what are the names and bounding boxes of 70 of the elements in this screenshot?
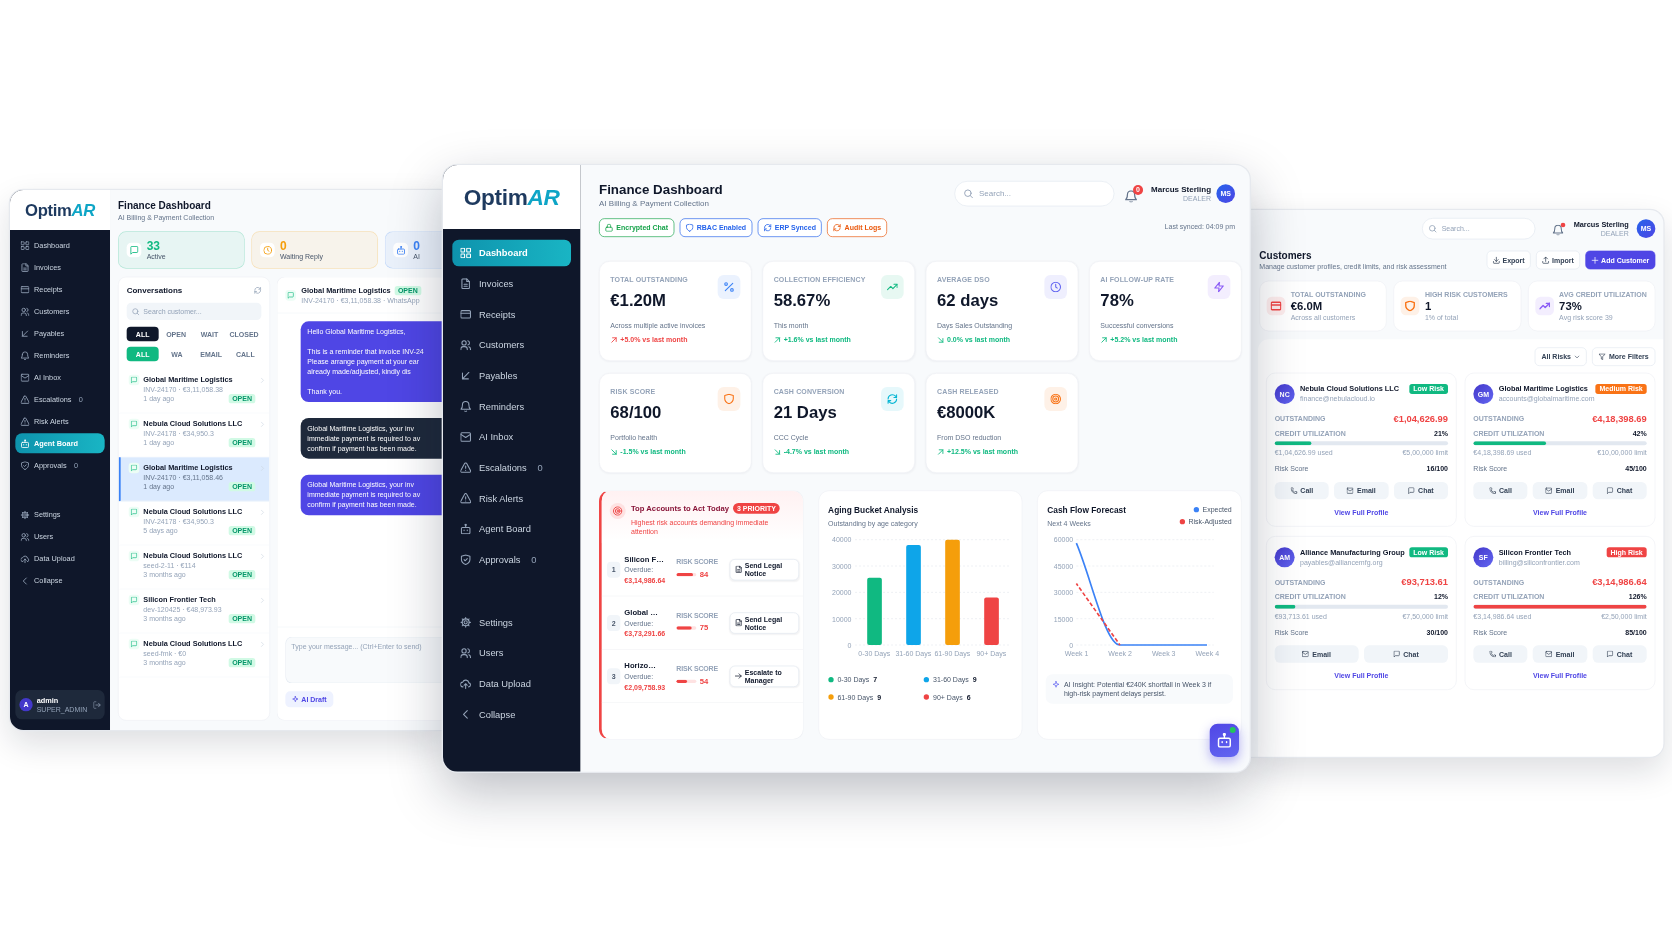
clock-icon xyxy=(260,242,275,258)
stat-value: €6.0M xyxy=(1290,299,1324,313)
logo: OptimAR xyxy=(10,190,110,230)
chat-icon xyxy=(126,242,142,258)
kpi-value: 78% xyxy=(1100,290,1135,311)
stat-value: 73% xyxy=(1559,299,1583,313)
sidebar-item[interactable]: Reminders xyxy=(452,393,571,420)
user-name: Marcus Sterling xyxy=(1151,184,1212,195)
sidebar-item[interactable]: Receipts xyxy=(452,301,571,328)
lightning-icon xyxy=(1207,275,1231,299)
kpi-value: €1.20M xyxy=(610,290,667,311)
target-icon xyxy=(609,503,626,519)
percent-icon xyxy=(717,275,741,299)
assistant-button[interactable] xyxy=(1209,723,1240,758)
coin-icon xyxy=(1044,387,1068,411)
item-count: 0 xyxy=(537,462,543,473)
panel-title: Cash Flow Forecast xyxy=(1047,504,1126,517)
sidebar-item[interactable]: Invoices xyxy=(452,270,571,297)
sidebar-item[interactable]: Data Upload xyxy=(452,670,571,698)
kpi-value: 62 days xyxy=(937,290,1000,311)
risk-score-bar xyxy=(676,626,697,630)
chat-icon xyxy=(128,462,140,474)
chat-icon xyxy=(128,550,140,562)
stat-value: 1 xyxy=(1424,299,1433,313)
kpi-value: €8000K xyxy=(937,402,997,423)
outstanding-amount: €4,18,398.69 xyxy=(1592,413,1647,424)
sidebar-item[interactable]: Agent Board xyxy=(452,515,571,543)
robot-icon xyxy=(393,242,408,258)
sidebar-item[interactable]: AI Inbox xyxy=(452,423,571,451)
trend-icon xyxy=(881,275,904,299)
refresh-icon xyxy=(881,387,904,411)
sidebar-item[interactable]: Settings xyxy=(452,609,571,636)
page-title: Finance Dashboard xyxy=(118,199,212,213)
chat-icon xyxy=(128,638,140,650)
robot-icon xyxy=(1217,733,1232,748)
chat-icon xyxy=(128,374,140,386)
clock-icon xyxy=(1044,275,1068,299)
chat-icon xyxy=(128,418,140,430)
search-field[interactable]: Search... xyxy=(954,181,1115,207)
chat-icon xyxy=(285,289,296,301)
chat-icon xyxy=(128,594,140,606)
sidebar-item[interactable]: Payables xyxy=(452,362,571,389)
page-title: Customers xyxy=(1259,248,1313,262)
kpi-value: 21 Days xyxy=(773,402,838,423)
sidebar-item[interactable]: Approvals 0 xyxy=(452,546,571,573)
kpi-value: 58.67% xyxy=(773,290,832,311)
sidebar-item[interactable]: Users xyxy=(452,639,571,667)
sidebar-item[interactable]: Customers xyxy=(452,331,571,359)
stat-value: 0 xyxy=(280,239,288,253)
panel-title: Aging Bucket Analysis xyxy=(828,504,920,517)
shield-icon xyxy=(717,387,741,411)
sidebar-item[interactable]: Escalations 0 xyxy=(452,454,571,481)
page-title: Finance Dashboard xyxy=(599,181,724,197)
panel-title: Conversations xyxy=(126,285,183,295)
stat-value: 0 xyxy=(413,239,421,253)
outstanding-amount: €93,713.61 xyxy=(1401,576,1448,588)
chat-icon xyxy=(128,506,140,518)
page-subtitle: AI Billing & Payment Collection xyxy=(599,197,710,209)
chart-bar xyxy=(983,597,999,645)
outstanding-amount: €1,04,626.99 xyxy=(1393,413,1448,424)
kpi-value: 68/100 xyxy=(610,402,663,423)
logo: OptimAR xyxy=(443,165,581,229)
sidebar-item[interactable]: Collapse xyxy=(452,701,571,728)
stat-value: 33 xyxy=(146,239,162,253)
risk-score-bar xyxy=(676,679,697,683)
chart-bar xyxy=(866,577,882,645)
outstanding-amount: €3,14,986.64 xyxy=(1592,576,1647,588)
risk-score-bar xyxy=(676,572,697,576)
item-count: 0 xyxy=(531,554,537,565)
sidebar-item[interactable]: Risk Alerts xyxy=(452,485,571,512)
